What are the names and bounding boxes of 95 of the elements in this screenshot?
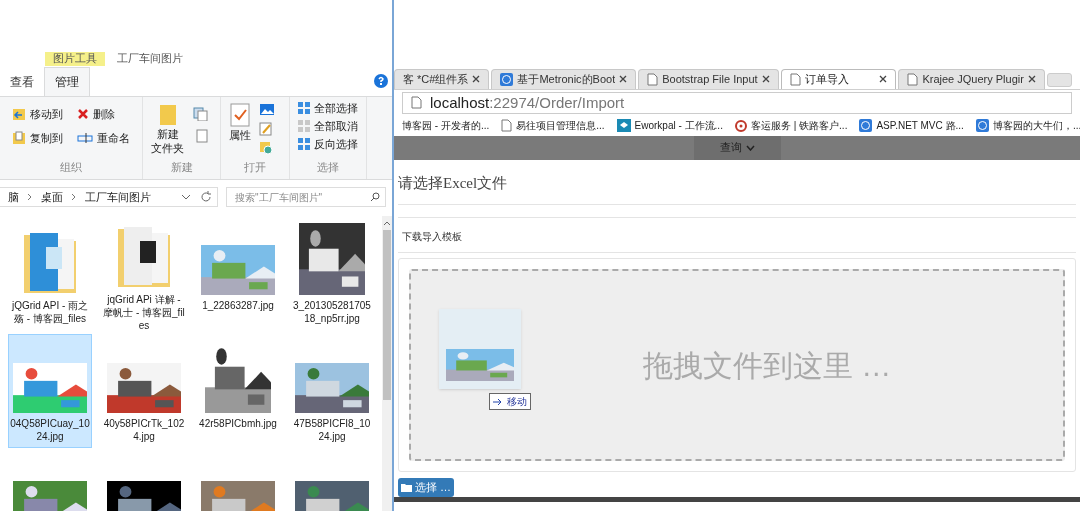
search-field[interactable]: 搜索"工厂车间图片" <box>226 187 386 207</box>
address-bar[interactable]: localhost:22974/Order/Import <box>402 91 1072 114</box>
browse-button[interactable]: 选择 … <box>398 478 455 497</box>
ribbon-group-label: 组织 <box>59 159 83 175</box>
bookmark[interactable]: Eworkpal - 工作流... <box>616 118 723 134</box>
ribbon-button[interactable]: 全部取消 <box>298 119 358 133</box>
rename-icon <box>77 132 93 144</box>
bookmark[interactable]: 客运服务 | 铁路客户... <box>734 118 848 134</box>
page-icon <box>501 119 513 133</box>
file-item[interactable]: 04Q58PICuay_1024.jpg <box>8 334 92 448</box>
help-icon[interactable] <box>374 74 388 88</box>
history-icon[interactable] <box>259 141 273 155</box>
page-icon <box>647 72 659 86</box>
page-heading: 请选择Excel文件 <box>398 159 1076 205</box>
dropdown-icon[interactable] <box>181 193 191 201</box>
file-name: 40y58PICrTk_1024.jpg <box>103 417 185 443</box>
ribbon-button[interactable]: 复制到 <box>12 131 65 145</box>
chevron-icon <box>27 193 33 201</box>
copy-icon <box>12 131 26 145</box>
file-item[interactable]: 42r58PICbmh.jpg <box>196 334 280 448</box>
file-item[interactable]: jqGrid APi 详解 - 摩帆士 - 博客园_files <box>102 216 186 330</box>
drop-zone[interactable]: 拖拽文件到这里 … 移动 <box>409 269 1065 461</box>
tab-title: Krajee JQuery Plugir <box>922 72 1024 88</box>
browser-tab[interactable]: 订单导入 <box>780 68 897 89</box>
bookmark[interactable]: 博客园的大牛们，... <box>975 118 1080 134</box>
ribbon-tab[interactable]: 管理 <box>44 67 90 96</box>
breadcrumb-item[interactable]: 脑 <box>8 188 19 206</box>
grid-icon <box>298 138 310 150</box>
refresh-icon[interactable] <box>199 190 213 204</box>
ribbon-group-label: 打开 <box>243 159 267 175</box>
ribbon-button[interactable]: 全部选择 <box>298 101 358 115</box>
checklist-icon <box>230 103 250 127</box>
file-name: 1_22863287.jpg <box>201 299 275 312</box>
close-icon <box>77 108 89 120</box>
file-name: jqGrid APi 详解 - 摩帆士 - 博客园_files <box>103 293 185 332</box>
ribbon-group-label: 选择 <box>316 159 340 175</box>
grid-icon <box>298 120 310 132</box>
file-item[interactable]: 3_20130528170518_np5rr.jpg <box>290 216 374 330</box>
bookmark[interactable]: ASP.NET MVC 路... <box>859 118 964 134</box>
app-icon <box>616 119 631 133</box>
tab-title: 基于Metronic的Boot <box>517 72 616 88</box>
template-link[interactable]: 下载导入模板 <box>402 231 462 242</box>
browser-tab[interactable]: Bootstrap File Input <box>638 68 779 89</box>
close-icon[interactable] <box>761 75 770 84</box>
arrow-icon <box>493 397 503 406</box>
breadcrumb-item[interactable]: 桌面 <box>41 188 63 206</box>
browser-tab[interactable]: 客 *C#组件系 <box>394 68 490 89</box>
file-item[interactable]: 1_22863287.jpg <box>196 216 280 330</box>
ribbon-button[interactable]: 反向选择 <box>298 137 358 151</box>
globe-icon <box>500 72 514 86</box>
tab-title: Bootstrap File Input <box>662 72 758 88</box>
ribbon-button[interactable]: 移动到 <box>12 107 65 121</box>
file-name: 3_20130528170518_np5rr.jpg <box>292 299 372 325</box>
file-name: 42r58PICbmh.jpg <box>198 417 278 430</box>
file-name: 04Q58PICuay_1024.jpg <box>9 417 91 443</box>
window-title: 工厂车间图片 <box>117 52 183 66</box>
page-icon <box>907 72 919 86</box>
file-item[interactable]: jQGrid API - 雨之殇 - 博客园_files <box>8 216 92 330</box>
tab-title: 订单导入 <box>804 72 850 88</box>
scroll-up-icon[interactable] <box>383 220 391 226</box>
grid-icon <box>298 102 310 114</box>
close-icon[interactable] <box>879 75 888 84</box>
search-icon <box>370 192 380 202</box>
ribbon-tab[interactable]: 查看 <box>0 68 44 96</box>
properties-button[interactable]: 属性 <box>229 103 251 155</box>
scrollbar[interactable] <box>382 216 392 511</box>
browser-tab[interactable]: Krajee JQuery Plugir <box>898 68 1045 89</box>
bookmark[interactable]: 易往项目管理信息... <box>501 118 605 134</box>
globe-icon <box>859 119 873 133</box>
ribbon-button[interactable]: 重命名 <box>77 131 130 145</box>
target-icon <box>734 119 747 132</box>
globe-icon <box>975 119 989 133</box>
close-icon[interactable] <box>1027 75 1036 84</box>
close-icon[interactable] <box>472 75 481 84</box>
file-item[interactable]: 40y58PICrTk_1024.jpg <box>102 334 186 448</box>
context-tab-label: 图片工具 <box>45 52 105 66</box>
tab-title: 客 *C#组件系 <box>403 72 469 88</box>
drop-text: 拖拽文件到这里 … <box>642 347 892 384</box>
chevron-down-icon <box>745 144 755 151</box>
file-name: 47B58PICFI8_1024.jpg <box>292 417 372 443</box>
browser-tab[interactable]: 基于Metronic的Boot <box>491 68 637 89</box>
folder-icon <box>401 482 413 493</box>
bookmark[interactable]: 博客园 - 开发者的... <box>402 118 490 134</box>
file-item[interactable]: 47B58PICFI8_1024.jpg <box>290 334 374 448</box>
page-icon <box>411 96 422 110</box>
new-folder-button[interactable]: 新建 文件夹 <box>151 103 184 155</box>
page-icon <box>789 72 801 86</box>
breadcrumb-item[interactable]: 工厂车间图片 <box>85 188 151 206</box>
ribbon-button[interactable]: 删除 <box>77 107 130 121</box>
ribbon-group-label: 新建 <box>169 159 194 175</box>
chevron-icon <box>71 193 77 201</box>
folder-icon <box>158 103 177 127</box>
drag-tooltip: 移动 <box>489 393 531 410</box>
close-icon[interactable] <box>619 75 628 84</box>
file-name: jQGrid API - 雨之殇 - 博客园_files <box>10 299 90 325</box>
